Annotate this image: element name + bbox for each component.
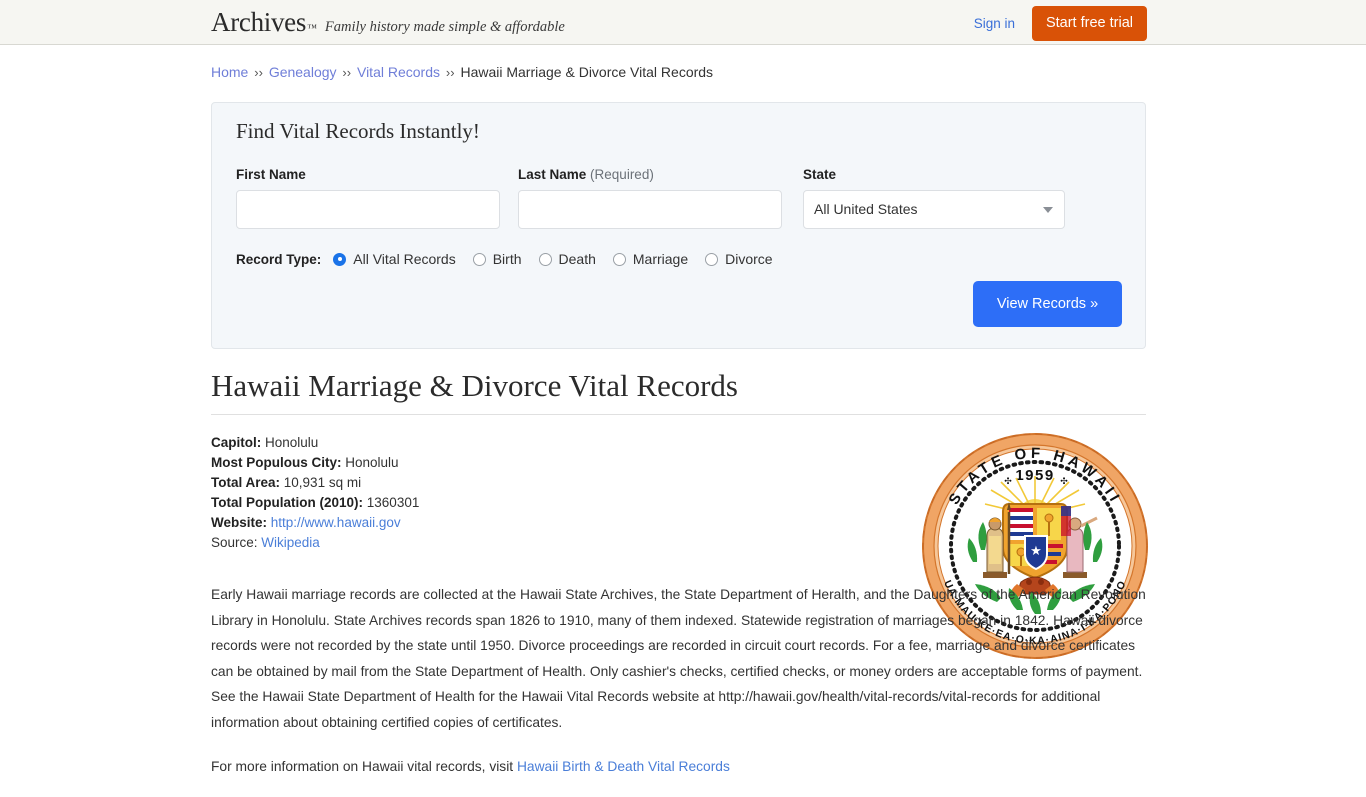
state-select-value[interactable]: All United States [803, 190, 1065, 229]
seal-star-left: ✣ [1004, 476, 1012, 486]
hawaii-birth-death-vital-records-link[interactable]: Hawaii Birth & Death Vital Records [517, 759, 730, 774]
header-inner: Archives ™ Family history made simple & a… [0, 0, 1366, 44]
title-divider [211, 414, 1146, 415]
radio-label: All Vital Records [353, 251, 456, 267]
article-body: Early Hawaii marriage records are collec… [211, 582, 1146, 797]
fact-total-area: Total Area: 10,931 sq mi [211, 473, 771, 493]
trademark-icon: ™ [307, 23, 317, 34]
view-records-button[interactable]: View Records » [973, 281, 1122, 327]
first-name-label: First Name [236, 167, 306, 182]
record-type-label: Record Type: [236, 251, 322, 267]
last-name-label: Last Name (Required) [518, 167, 782, 182]
state-website-link[interactable]: http://www.hawaii.gov [271, 515, 401, 530]
search-panel-title: Find Vital Records Instantly! [236, 119, 480, 143]
last-name-field-group: Last Name (Required) [518, 167, 782, 229]
logo-text: Archives [211, 7, 307, 37]
fact-key: Most Populous City: [211, 455, 342, 470]
state-field-group: State All United States [803, 167, 1065, 229]
last-name-label-text: Last Name [518, 167, 587, 182]
state-select[interactable]: All United States [803, 190, 1065, 229]
fact-value: Honolulu [345, 455, 399, 470]
wikipedia-link[interactable]: Wikipedia [261, 535, 320, 550]
fact-most-populous-city: Most Populous City: Honolulu [211, 453, 771, 473]
radio-death[interactable]: Death [538, 251, 596, 267]
breadcrumb-item-home[interactable]: Home [211, 64, 248, 80]
fact-key: Website: [211, 515, 268, 530]
star-icon: ★ [1030, 543, 1042, 558]
breadcrumb-separator: ›› [342, 65, 352, 80]
paragraph-1: Early Hawaii marriage records are collec… [211, 582, 1146, 736]
header-actions: Sign in Start free trial [974, 6, 1147, 41]
paragraph-2-prefix: For more information on Hawaii vital rec… [211, 758, 517, 774]
fact-key: Total Area: [211, 475, 281, 490]
breadcrumb-item-current: Hawaii Marriage & Divorce Vital Records [460, 64, 714, 80]
first-name-input[interactable] [236, 190, 500, 229]
breadcrumb-item-genealogy[interactable]: Genealogy [269, 64, 337, 80]
fact-key: Capitol: [211, 435, 262, 450]
radio-divorce[interactable]: Divorce [705, 251, 773, 267]
radio-icon[interactable] [705, 252, 719, 266]
fact-value: 10,931 sq mi [283, 475, 362, 490]
state-facts-list: Capitol: Honolulu Most Populous City: Ho… [211, 433, 771, 553]
first-name-field-group: First Name [236, 167, 500, 229]
radio-marriage[interactable]: Marriage [612, 251, 689, 267]
last-name-input[interactable] [518, 190, 782, 229]
radio-label: Marriage [632, 251, 689, 267]
radio-label: Death [558, 251, 596, 267]
state-label: State [803, 167, 837, 182]
fact-capitol: Capitol: Honolulu [211, 433, 771, 453]
radio-label: Birth [492, 251, 522, 267]
fact-value: 1360301 [366, 495, 420, 510]
coat-of-arms-shield: ★ [1002, 503, 1068, 580]
radio-icon[interactable] [472, 252, 486, 266]
site-logo[interactable]: Archives ™ Family history made simple & a… [211, 7, 565, 38]
radio-icon[interactable] [538, 252, 552, 266]
breadcrumb-item-vital-records[interactable]: Vital Records [357, 64, 440, 80]
fact-website: Website: http://www.hawaii.gov [211, 513, 771, 533]
fact-value: Honolulu [265, 435, 319, 450]
breadcrumb: Home ›› Genealogy ›› Vital Records ›› Ha… [211, 64, 713, 80]
paragraph-2: For more information on Hawaii vital rec… [211, 754, 1146, 780]
sign-in-link[interactable]: Sign in [974, 16, 1015, 31]
fact-total-population: Total Population (2010): 1360301 [211, 493, 771, 513]
start-free-trial-button[interactable]: Start free trial [1031, 6, 1147, 41]
page-title: Hawaii Marriage & Divorce Vital Records [211, 368, 738, 403]
radio-label: Divorce [725, 251, 773, 267]
vital-records-search-panel: Find Vital Records Instantly! First Name… [211, 102, 1146, 349]
source-label: Source: [211, 535, 258, 550]
record-type-group: Record Type: All Vital Records Birth Dea… [236, 251, 790, 267]
last-name-required-note: (Required) [590, 167, 654, 182]
breadcrumb-separator: ›› [254, 65, 263, 80]
radio-icon[interactable] [612, 252, 626, 266]
fact-key: Total Population (2010): [211, 495, 364, 510]
breadcrumb-separator: ›› [445, 65, 455, 80]
site-tagline: Family history made simple & affordable [324, 19, 565, 35]
paragraph-1-text: Early Hawaii marriage records are collec… [211, 587, 1146, 730]
site-header: Archives ™ Family history made simple & a… [0, 0, 1366, 45]
radio-birth[interactable]: Birth [472, 251, 522, 267]
radio-all-vital-records[interactable]: All Vital Records [333, 251, 456, 267]
fact-source: Source: Wikipedia [211, 533, 771, 553]
radio-icon[interactable] [333, 252, 347, 266]
